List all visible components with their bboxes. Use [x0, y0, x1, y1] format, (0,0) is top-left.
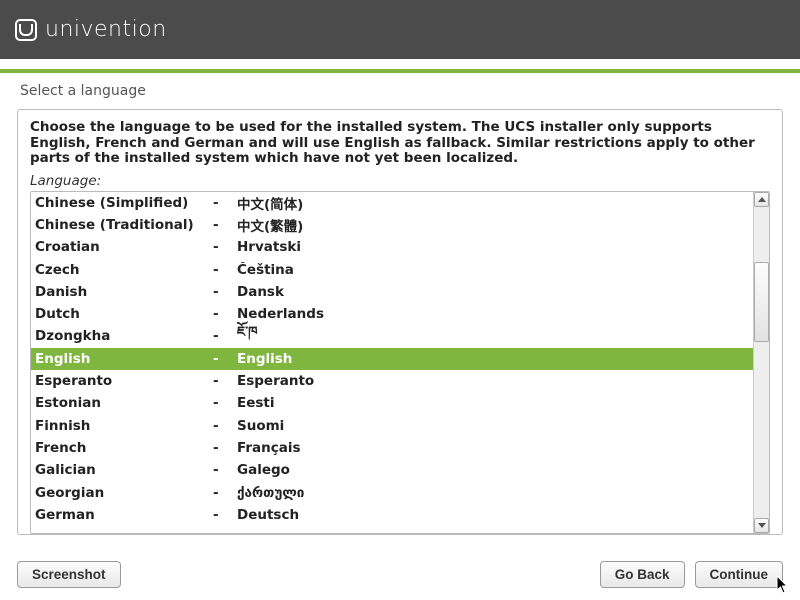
language-option[interactable]: Croatian-Hrvatski [31, 236, 753, 258]
language-option[interactable]: German-Deutsch [31, 504, 753, 526]
language-name: English [35, 351, 213, 367]
language-name: Estonian [35, 395, 213, 411]
language-option[interactable]: Esperanto-Esperanto [31, 370, 753, 392]
language-name: Galician [35, 462, 213, 478]
language-name: Croatian [35, 239, 213, 255]
language-name: Dutch [35, 306, 213, 322]
separator: - [213, 395, 237, 411]
separator: - [213, 462, 237, 478]
language-native: English [237, 351, 753, 367]
language-option[interactable]: English-English [31, 348, 753, 370]
univention-logo-icon [15, 19, 37, 41]
language-native: 中文(简体) [237, 193, 753, 213]
separator: - [213, 239, 237, 255]
separator: - [213, 507, 237, 523]
language-name: Danish [35, 284, 213, 300]
language-name: Finnish [35, 418, 213, 434]
language-option[interactable]: French-Français [31, 437, 753, 459]
language-option[interactable]: Danish-Dansk [31, 281, 753, 303]
separator: - [213, 351, 237, 367]
language-native: Esperanto [237, 373, 753, 389]
language-option[interactable]: Chinese (Simplified)-中文(简体) [31, 192, 753, 214]
language-option[interactable]: Galician-Galego [31, 459, 753, 481]
language-native: Suomi [237, 418, 753, 434]
language-name: Dzongkha [35, 328, 213, 344]
brand-name: univention [45, 17, 167, 42]
separator: - [213, 328, 237, 344]
language-name: German [35, 507, 213, 523]
scroll-up-button[interactable] [754, 192, 769, 207]
separator: - [213, 418, 237, 434]
language-native: Galego [237, 462, 753, 478]
language-native: 中文(繁體) [237, 215, 753, 235]
language-native: Čeština [237, 262, 753, 278]
separator: - [213, 195, 237, 211]
language-list[interactable]: Chinese (Simplified)-中文(简体)Chinese (Trad… [31, 192, 753, 533]
language-name: Esperanto [35, 373, 213, 389]
footer-bar: Screenshot Go Back Continue [17, 561, 783, 588]
separator: - [213, 262, 237, 278]
language-option[interactable]: Georgian-ქართული [31, 481, 753, 503]
language-name: Georgian [35, 485, 213, 501]
language-option[interactable]: Chinese (Traditional)-中文(繁體) [31, 214, 753, 236]
separator: - [213, 373, 237, 389]
page-title: Select a language [0, 73, 800, 107]
language-name: Chinese (Simplified) [35, 195, 213, 211]
language-option[interactable]: Finnish-Suomi [31, 415, 753, 437]
instructions-text: Choose the language to be used for the i… [30, 120, 770, 167]
language-native: Deutsch [237, 507, 753, 523]
language-option[interactable]: Czech-Čeština [31, 258, 753, 280]
screenshot-button[interactable]: Screenshot [17, 561, 121, 588]
language-name: French [35, 440, 213, 456]
language-native: Français [237, 440, 753, 456]
language-native: ქართული [237, 485, 753, 501]
language-option[interactable]: Dzongkha-ཇོ་ཁ [31, 325, 753, 347]
language-name: Czech [35, 262, 213, 278]
separator: - [213, 217, 237, 233]
go-back-button[interactable]: Go Back [600, 561, 685, 588]
language-native: Hrvatski [237, 239, 753, 255]
separator: - [213, 284, 237, 300]
language-native: Dansk [237, 284, 753, 300]
language-native: Eesti [237, 395, 753, 411]
separator: - [213, 485, 237, 501]
language-name: Chinese (Traditional) [35, 217, 213, 233]
separator: - [213, 306, 237, 322]
scroll-thumb[interactable] [754, 262, 769, 342]
language-option[interactable]: Estonian-Eesti [31, 392, 753, 414]
separator: - [213, 440, 237, 456]
language-list-container: Chinese (Simplified)-中文(简体)Chinese (Trad… [30, 191, 770, 534]
scroll-down-button[interactable] [754, 518, 769, 533]
content-frame: Choose the language to be used for the i… [17, 109, 783, 535]
continue-button[interactable]: Continue [695, 561, 784, 588]
language-field-label: Language: [30, 173, 770, 189]
header-bar: univention [0, 0, 800, 59]
scrollbar[interactable] [753, 192, 769, 533]
